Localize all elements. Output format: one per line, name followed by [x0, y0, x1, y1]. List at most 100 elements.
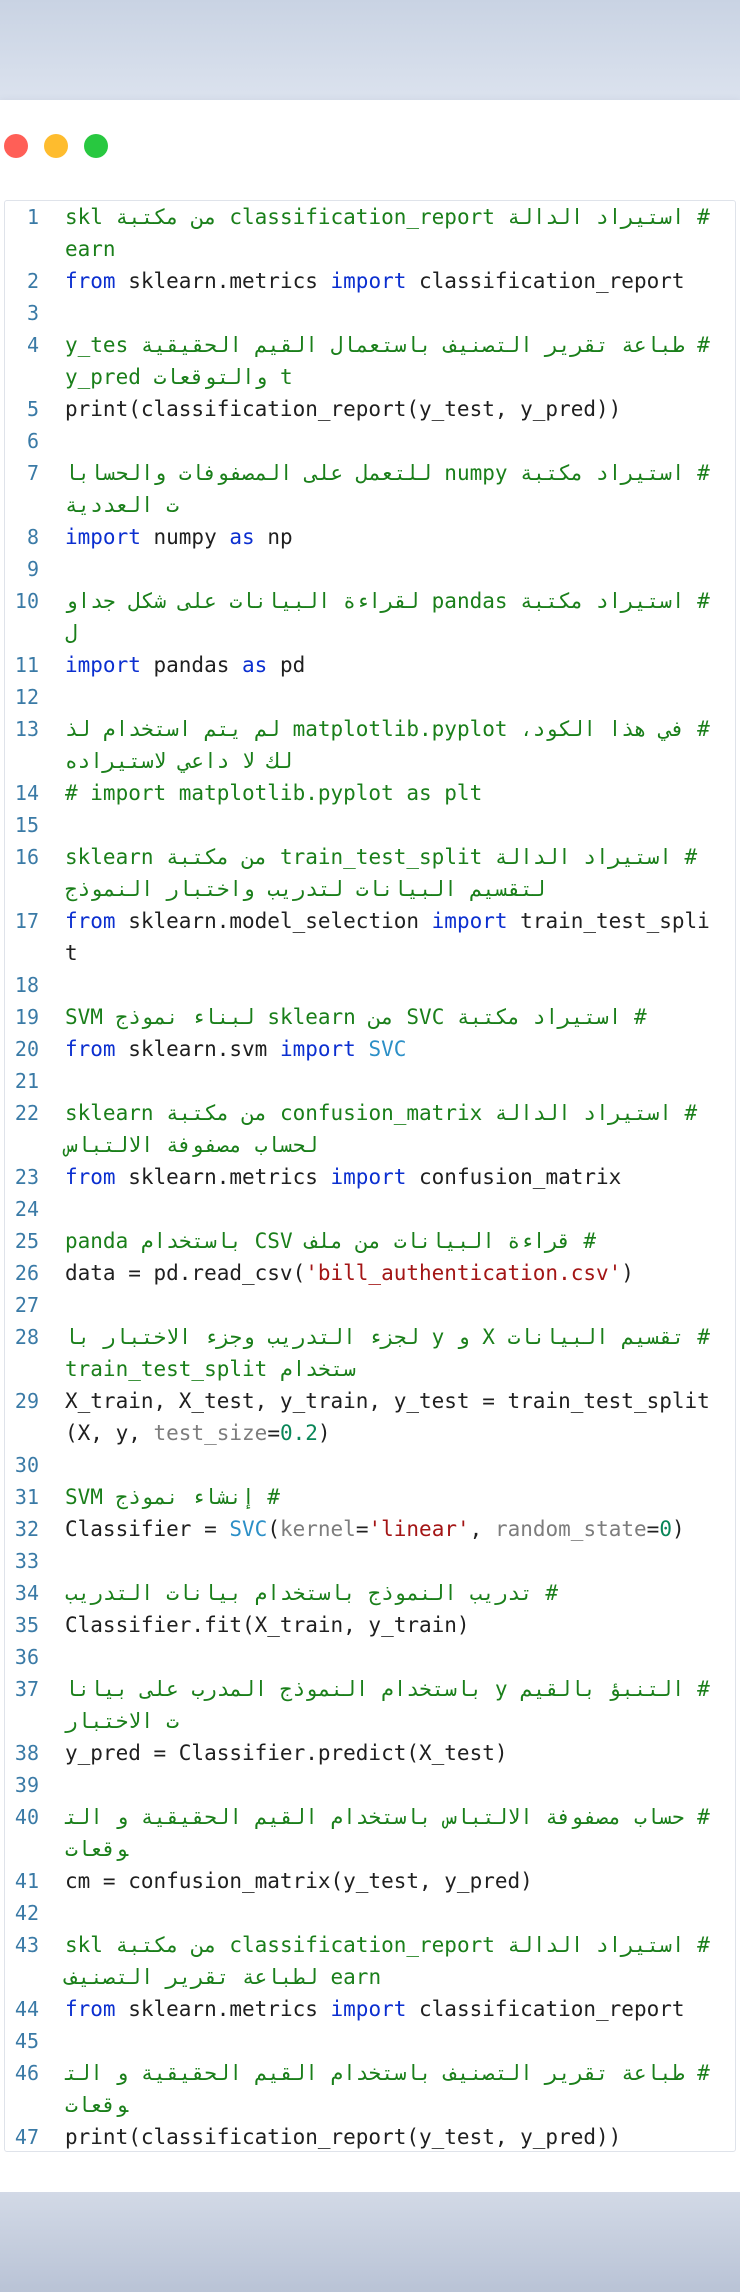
code-line[interactable]: 47 print(classification_report(y_test, y_… — [5, 2121, 735, 2151]
code-line[interactable]: 45 — [5, 2025, 735, 2057]
code-line[interactable]: 11 import pandas as pd — [5, 649, 735, 681]
line-number: 6 — [26, 429, 39, 453]
code-line[interactable]: 31 # إنشاء نموذج SVM — [5, 1481, 735, 1513]
code-token: print(classification_report(y_test, y_pr… — [65, 2125, 622, 2149]
code-comment: # قراءة البيانات من ملف CSV باستخدام pan… — [65, 1229, 597, 1253]
code-line[interactable]: 18 — [5, 969, 735, 1001]
code-text: # حساب مصفوفة الالتباس باستخدام القيم ال… — [65, 1801, 721, 1865]
code-line[interactable]: 2 from sklearn.metrics import classificat… — [5, 265, 735, 297]
code-line[interactable]: 37 # التنبؤ بالقيم y باستخدام النموذج الم… — [5, 1673, 735, 1737]
code-text: # استيراد الدالة train_test_split من مكت… — [65, 841, 721, 905]
code-text: import numpy as np — [65, 521, 721, 553]
line-number: 33 — [14, 1549, 39, 1573]
code-keyword: from — [65, 1037, 116, 1061]
line-number: 46 — [14, 2061, 39, 2085]
code-line[interactable]: 12 — [5, 681, 735, 713]
code-comment: # استيراد مكتبة pandas لقراءة البيانات ع… — [65, 589, 710, 645]
code-line[interactable]: 3 — [5, 297, 735, 329]
code-text: # استيراد الدالة confusion_matrix من مكت… — [65, 1097, 721, 1161]
code-text: Classifier = SVC(kernel='linear', random… — [65, 1513, 721, 1545]
line-number: 5 — [26, 397, 39, 421]
maximize-button[interactable] — [84, 134, 108, 158]
code-line[interactable]: 5 print(classification_report(y_test, y_p… — [5, 393, 735, 425]
code-text: data = pd.read_csv('bill_authentication.… — [65, 1257, 721, 1289]
code-token: data = pd.read_csv( — [65, 1261, 306, 1285]
code-line[interactable]: 10 # استيراد مكتبة pandas لقراءة البيانات… — [5, 585, 735, 649]
close-button[interactable] — [4, 134, 28, 158]
minimize-button[interactable] — [44, 134, 68, 158]
code-line[interactable]: 26 data = pd.read_csv('bill_authenticatio… — [5, 1257, 735, 1289]
line-number: 8 — [26, 525, 39, 549]
code-line[interactable]: 23 from sklearn.metrics import confusion_… — [5, 1161, 735, 1193]
code-line[interactable]: 6 — [5, 425, 735, 457]
code-line[interactable]: 42 — [5, 1897, 735, 1929]
code-text: # إنشاء نموذج SVM — [65, 1481, 721, 1513]
code-keyword: from — [65, 1165, 116, 1189]
code-line[interactable]: 33 — [5, 1545, 735, 1577]
code-line[interactable]: 28 # تقسيم البيانات X و y لجزء التدريب وج… — [5, 1321, 735, 1385]
code-line[interactable]: 34 # تدريب النموذج باستخدام بيانات التدري… — [5, 1577, 735, 1609]
code-line[interactable]: 14 # import matplotlib.pyplot as plt — [5, 777, 735, 809]
code-line[interactable]: 27 — [5, 1289, 735, 1321]
code-line[interactable]: 46 # طباعة تقرير التصنيف باستخدام القيم ا… — [5, 2057, 735, 2121]
code-line[interactable]: 17 from sklearn.model_selection import tr… — [5, 905, 735, 969]
code-editor[interactable]: 1 # استيراد الدالة classification_report … — [4, 200, 736, 2152]
code-text: # في هذا الكود، matplotlib.pyplot لم يتم… — [65, 713, 721, 777]
code-line[interactable]: 15 — [5, 809, 735, 841]
code-parameter: random_state — [494, 1517, 647, 1541]
code-line[interactable]: 44 from sklearn.metrics import classifica… — [5, 1993, 735, 2025]
code-keyword: import — [65, 525, 141, 549]
code-text: # التنبؤ بالقيم y باستخدام النموذج المدر… — [65, 1673, 721, 1737]
code-line[interactable]: 38 y_pred = Classifier.predict(X_test) — [5, 1737, 735, 1769]
code-line[interactable]: 20 from sklearn.svm import SVC — [5, 1033, 735, 1065]
line-number: 11 — [14, 653, 39, 677]
code-line[interactable]: 43 # استيراد الدالة classification_report… — [5, 1929, 735, 1993]
code-line[interactable]: 41 cm = confusion_matrix(y_test, y_pred) — [5, 1865, 735, 1897]
code-line[interactable]: 19 # استيراد مكتبة SVC من sklearn لبناء ن… — [5, 1001, 735, 1033]
code-text: # تقسيم البيانات X و y لجزء التدريب وجزء… — [65, 1321, 721, 1385]
code-line[interactable]: 7 # استيراد مكتبة numpy للتعمل على المصفو… — [5, 457, 735, 521]
code-text: # استيراد الدالة classification_report م… — [65, 1929, 721, 1993]
code-comment: # طباعة تقرير التصنيف باستخدام القيم الح… — [65, 2061, 710, 2117]
code-text: # استيراد مكتبة pandas لقراءة البيانات ع… — [65, 585, 721, 649]
code-line[interactable]: 25 # قراءة البيانات من ملف CSV باستخدام p… — [5, 1225, 735, 1257]
code-line[interactable]: 8 import numpy as np — [5, 521, 735, 553]
code-text: X_train, X_test, y_train, y_test = train… — [65, 1385, 721, 1449]
code-line[interactable]: 9 — [5, 553, 735, 585]
code-token: print(classification_report(y_test, y_pr… — [65, 397, 622, 421]
code-comment: # إنشاء نموذج SVM — [65, 1485, 280, 1509]
code-line[interactable]: 32 Classifier = SVC(kernel='linear', rand… — [5, 1513, 735, 1545]
code-line[interactable]: 39 — [5, 1769, 735, 1801]
code-line[interactable]: 4 # طباعة تقرير التصنيف باستعمال القيم ال… — [5, 329, 735, 393]
code-line[interactable]: 36 — [5, 1641, 735, 1673]
code-line[interactable]: 21 — [5, 1065, 735, 1097]
code-token: = — [267, 1421, 280, 1445]
code-comment: # استيراد مكتبة numpy للتعمل على المصفوف… — [65, 461, 710, 517]
line-number: 14 — [14, 781, 39, 805]
code-line[interactable]: 29 X_train, X_test, y_train, y_test = tra… — [5, 1385, 735, 1449]
code-line[interactable]: 35 Classifier.fit(X_train, y_train) — [5, 1609, 735, 1641]
code-keyword: from — [65, 909, 116, 933]
line-number: 36 — [14, 1645, 39, 1669]
line-number: 34 — [14, 1581, 39, 1605]
code-line[interactable]: 13 # في هذا الكود، matplotlib.pyplot لم ي… — [5, 713, 735, 777]
code-text: Classifier.fit(X_train, y_train) — [65, 1609, 721, 1641]
line-number: 24 — [14, 1197, 39, 1221]
code-line[interactable]: 1 # استيراد الدالة classification_report … — [5, 201, 735, 265]
line-number: 32 — [14, 1517, 39, 1541]
code-line[interactable]: 22 # استيراد الدالة confusion_matrix من م… — [5, 1097, 735, 1161]
code-comment: # استيراد الدالة confusion_matrix من مكت… — [65, 1101, 710, 1157]
code-line[interactable]: 24 — [5, 1193, 735, 1225]
code-number: 0 — [659, 1517, 672, 1541]
code-keyword: import — [330, 1997, 407, 2021]
code-line[interactable]: 16 # استيراد الدالة train_test_split من م… — [5, 841, 735, 905]
code-line[interactable]: 30 — [5, 1449, 735, 1481]
code-line[interactable]: 40 # حساب مصفوفة الالتباس باستخدام القيم … — [5, 1801, 735, 1865]
code-text: print(classification_report(y_test, y_pr… — [65, 393, 721, 425]
